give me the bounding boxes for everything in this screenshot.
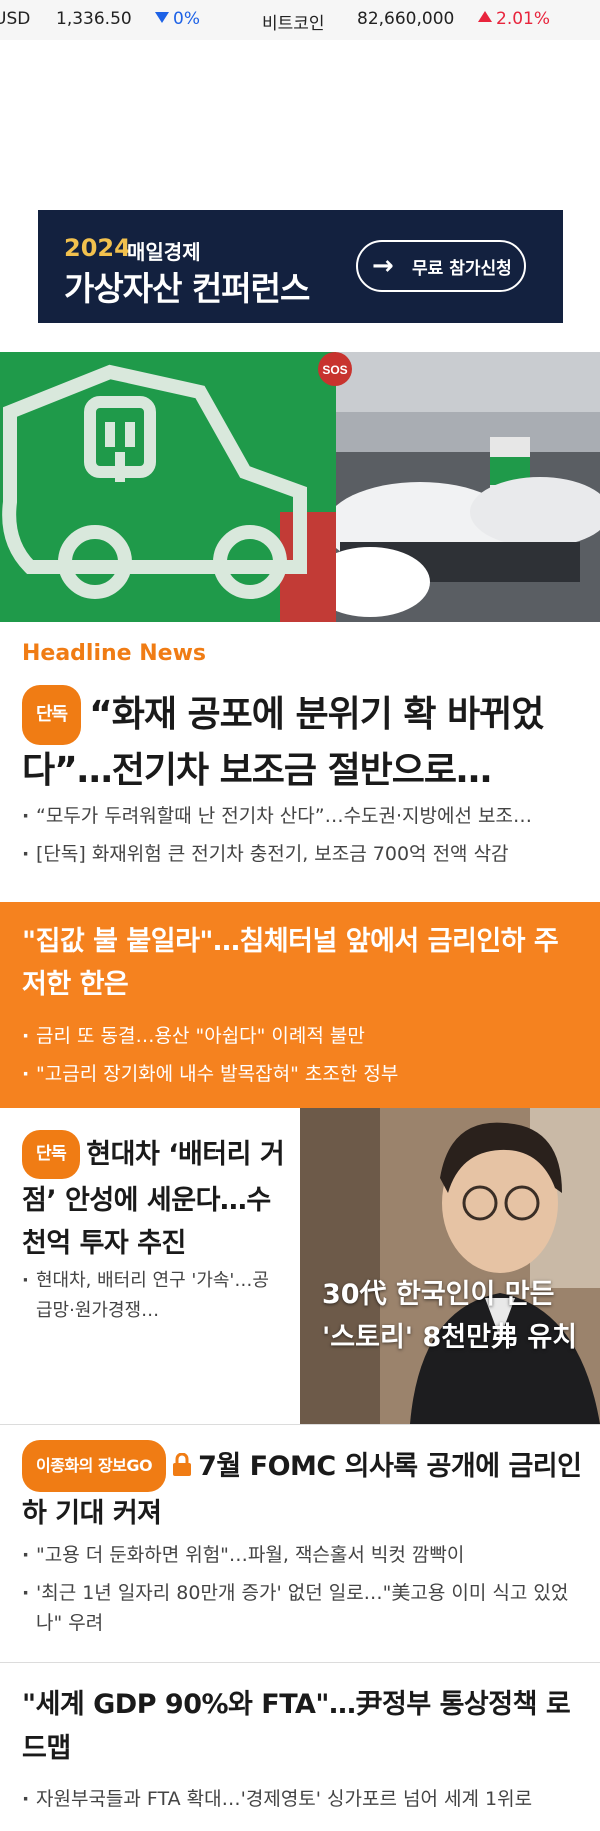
divider bbox=[0, 1662, 600, 1663]
person-photo bbox=[300, 1108, 600, 1424]
arrow-right-icon: → bbox=[372, 251, 394, 281]
article-title[interactable]: 단독 현대차 ‘배터리 거점’ 안성에 세운다…수천억 투자 추진 bbox=[22, 1130, 287, 1265]
exclusive-badge: 단독 bbox=[22, 685, 82, 745]
section-label-headline: Headline News bbox=[22, 641, 207, 666]
btc-change: 2.01% bbox=[478, 9, 550, 29]
related-list: 현대차, 배터리 연구 '가속'…공급망·원가경쟁… bbox=[22, 1266, 272, 1326]
featured-orange-block: "집값 불 붙일라"…침체터널 앞에서 금리인하 주저한 한은 금리 또 동결…… bbox=[0, 902, 600, 1108]
featured-related-list: 금리 또 동결…용산 "아쉽다" 이례적 불만 "고금리 장기화에 내수 발목잡… bbox=[22, 1017, 398, 1093]
up-triangle-icon bbox=[478, 11, 492, 22]
headline-title-text: “화재 공포에 분위기 확 바뀌었다”…전기차 보조금 절반으로… bbox=[22, 694, 544, 791]
related-link[interactable]: '최근 1년 일자리 80만개 증가' 없던 일로…"美고용 이미 식고 있었나… bbox=[22, 1578, 582, 1638]
market-ticker: USD 1,336.50 0% 비트코인 82,660,000 2.01% bbox=[0, 0, 600, 40]
article-title[interactable]: "세계 GDP 90%와 FTA"…尹정부 통상정책 로드맵 bbox=[22, 1683, 582, 1771]
related-link[interactable]: 자원부국들과 FTA 확대…'경제영토' 싱가포르 넘어 세계 1위로 bbox=[22, 1780, 532, 1818]
headline-related-list: “모두가 두려워할때 난 전기차 산다”…수도권·지방에선 보조… [단독] 화… bbox=[22, 797, 532, 873]
usd-label: USD bbox=[0, 9, 31, 29]
down-triangle-icon bbox=[155, 12, 169, 23]
article-card-left: 단독현대차 ‘배터리 거점’ 안성에 세운다…수천억 투자 추진 현대차, 배터… bbox=[0, 1108, 300, 1424]
hero-image[interactable]: SOS bbox=[0, 352, 600, 622]
banner-title: 가상자산 컨퍼런스 bbox=[64, 269, 310, 308]
usd-change: 0% bbox=[155, 9, 200, 29]
lock-icon bbox=[173, 1453, 192, 1476]
usd-value: 1,336.50 bbox=[56, 9, 132, 29]
svg-text:SOS: SOS bbox=[322, 363, 347, 377]
ev-charging-photo: SOS bbox=[0, 352, 600, 622]
related-link[interactable]: 현대차, 배터리 연구 '가속'…공급망·원가경쟁… bbox=[22, 1266, 272, 1326]
exclusive-badge: 단독 bbox=[22, 1130, 81, 1179]
btc-label: 비트코인 bbox=[262, 14, 325, 34]
conference-banner[interactable]: 2024 매일경제 가상자산 컨퍼런스 → 무료 참가신청 bbox=[38, 210, 563, 323]
photo-caption: 30代 한국인이 만든 '스토리' 8천만弗 유치 bbox=[322, 1279, 577, 1353]
btc-value: 82,660,000 bbox=[357, 9, 455, 29]
register-button[interactable]: → 무료 참가신청 bbox=[356, 240, 526, 292]
related-link[interactable]: "고금리 장기화에 내수 발목잡혀" 초조한 정부 bbox=[22, 1055, 398, 1093]
banner-org: 매일경제 bbox=[127, 240, 201, 264]
featured-article-title[interactable]: "집값 불 붙일라"…침체터널 앞에서 금리인하 주저한 한은 bbox=[22, 920, 582, 1006]
related-link[interactable]: [단독] 화재위험 큰 전기차 충전기, 보조금 700억 전액 삭감 bbox=[22, 835, 532, 873]
column-related-list: "고용 더 둔화하면 위험"…파월, 잭슨홀서 빅컷 깜빡이 '최근 1년 일자… bbox=[22, 1540, 582, 1646]
column-article-title[interactable]: 이종화의 장보GO 7월 FOMC 의사록 공개에 금리인하 기대 커져 bbox=[22, 1440, 582, 1536]
related-link[interactable]: 금리 또 동결…용산 "아쉽다" 이례적 불만 bbox=[22, 1017, 398, 1055]
banner-year: 2024 bbox=[64, 234, 131, 262]
related-link[interactable]: "고용 더 둔화하면 위험"…파월, 잭슨홀서 빅컷 깜빡이 bbox=[22, 1540, 582, 1570]
register-button-label: 무료 참가신청 bbox=[412, 259, 512, 279]
headline-article-title[interactable]: 단독 “화재 공포에 분위기 확 바뀌었다”…전기차 보조금 절반으로… bbox=[22, 685, 582, 797]
divider bbox=[0, 1424, 600, 1425]
photo-article-card[interactable]: 30代 한국인이 만든 '스토리' 8천만弗 유치 bbox=[300, 1108, 600, 1424]
related-list: 자원부국들과 FTA 확대…'경제영토' 싱가포르 넘어 세계 1위로 bbox=[22, 1780, 532, 1818]
column-badge: 이종화의 장보GO bbox=[22, 1440, 167, 1492]
related-link[interactable]: “모두가 두려워할때 난 전기차 산다”…수도권·지방에선 보조… bbox=[22, 797, 532, 835]
